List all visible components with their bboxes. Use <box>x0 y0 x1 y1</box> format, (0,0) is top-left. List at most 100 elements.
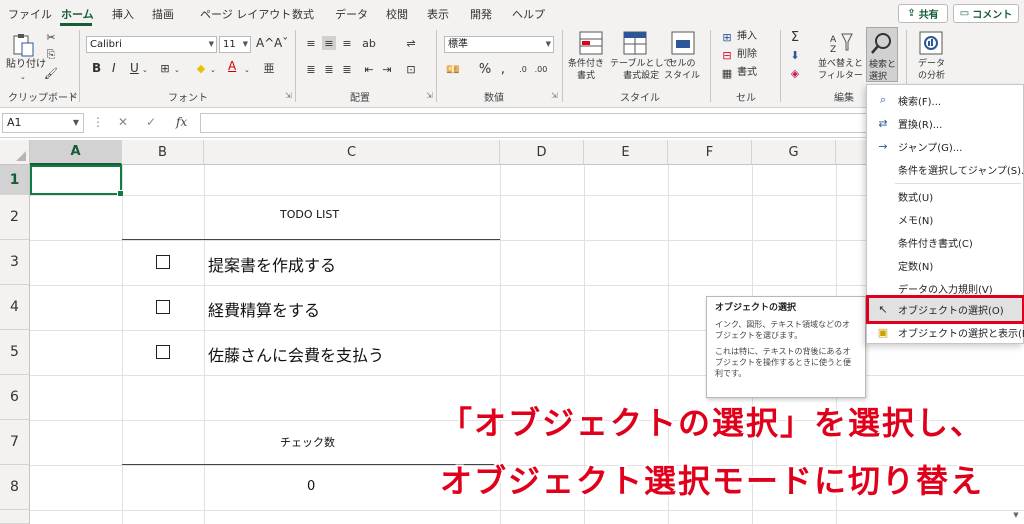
shrink-font-button[interactable]: Aˇ <box>274 37 288 49</box>
todo-checkbox-1[interactable] <box>156 255 170 269</box>
tab-review[interactable]: 校閲 <box>386 6 408 22</box>
font-color-dropdown-icon[interactable]: ⌄ <box>244 64 250 76</box>
decrease-decimal-icon[interactable]: .00 <box>534 62 548 76</box>
accounting-format-icon[interactable]: 💴 <box>446 62 460 76</box>
underline-button[interactable]: U <box>130 62 139 74</box>
tab-insert[interactable]: 挿入 <box>112 6 134 22</box>
conditional-format-button[interactable]: 条件付き 書式 <box>568 58 604 82</box>
increase-decimal-icon[interactable]: .0 <box>516 62 530 76</box>
bold-button[interactable]: B <box>92 62 101 74</box>
row-header-7[interactable]: 7 <box>0 420 30 465</box>
column-header-c[interactable]: C <box>204 140 500 165</box>
underline-dropdown-icon[interactable]: ⌄ <box>142 64 148 76</box>
menu-item-goto[interactable]: → ジャンプ(G)... <box>868 135 1023 158</box>
tab-view[interactable]: 表示 <box>427 6 449 22</box>
border-icon[interactable]: ⊞ <box>158 61 172 75</box>
column-header-b[interactable]: B <box>122 140 204 165</box>
sort-filter-icon[interactable]: A Z <box>828 30 854 56</box>
format-painter-icon[interactable]: 🖌 <box>44 66 58 80</box>
scroll-down-icon[interactable]: ▼ <box>1010 511 1022 521</box>
menu-item-constants[interactable]: 定数(N) <box>868 254 1023 277</box>
font-color-icon[interactable]: A <box>228 60 236 72</box>
cancel-icon[interactable]: ✕ <box>118 115 128 129</box>
phonetic-icon[interactable]: 亜 <box>262 61 276 75</box>
name-box[interactable]: A1 ▼ <box>2 113 84 133</box>
tab-help[interactable]: ヘルプ <box>512 6 545 22</box>
comment-button[interactable]: ▭ コメント <box>953 4 1019 23</box>
row-header-9[interactable] <box>0 510 30 524</box>
cut-icon[interactable]: ✂ <box>44 30 58 44</box>
paste-dropdown-icon[interactable]: ⌄ <box>20 71 26 83</box>
copy-icon[interactable]: ⎘ <box>44 48 58 62</box>
clipboard-launcher-icon[interactable]: ⇲ <box>69 91 76 100</box>
row-header-6[interactable]: 6 <box>0 375 30 420</box>
number-format-combo[interactable]: 標準 ▼ <box>444 36 554 53</box>
cell-styles-icon[interactable] <box>670 30 696 56</box>
menu-item-goto-special[interactable]: 条件を選択してジャンプ(S)... <box>868 158 1024 181</box>
border-dropdown-icon[interactable]: ⌄ <box>174 64 180 76</box>
number-launcher-icon[interactable]: ⇲ <box>551 91 558 100</box>
formula-input[interactable] <box>200 113 870 133</box>
align-top-icon[interactable]: ≡ <box>304 36 318 50</box>
insert-cells-icon[interactable]: ⊞ <box>720 30 734 44</box>
tab-formulas[interactable]: 数式 <box>292 6 314 22</box>
comma-style-icon[interactable]: , <box>496 62 510 77</box>
menu-item-replace[interactable]: ⇄ 置換(R)... <box>868 112 1023 135</box>
grow-font-button[interactable]: A^ <box>256 37 274 49</box>
analyze-data-button[interactable]: データ の分析 <box>918 58 945 82</box>
row-header-5[interactable]: 5 <box>0 330 30 375</box>
format-cells-button[interactable]: 書式 <box>737 67 757 79</box>
tab-draw[interactable]: 描画 <box>152 6 174 22</box>
find-select-button[interactable]: 検索と 選択 <box>866 27 898 82</box>
todo-checkbox-3[interactable] <box>156 345 170 359</box>
row-header-1[interactable]: 1 <box>0 165 30 195</box>
menu-item-formulas[interactable]: 数式(U) <box>868 185 1023 208</box>
font-name-combo[interactable]: Calibri ▼ <box>86 36 217 53</box>
analyze-data-icon[interactable] <box>918 30 944 56</box>
insert-cells-button[interactable]: 挿入 <box>737 31 757 43</box>
italic-button[interactable]: I <box>112 62 116 74</box>
alignment-launcher-icon[interactable]: ⇲ <box>426 91 433 100</box>
increase-indent-icon[interactable]: ⇥ <box>380 62 394 76</box>
autosum-icon[interactable]: Σ <box>788 30 802 45</box>
column-header-g[interactable]: G <box>752 140 836 165</box>
align-left-icon[interactable]: ≣ <box>304 62 318 76</box>
align-middle-icon[interactable]: ≡ <box>322 36 336 50</box>
select-all-button[interactable] <box>0 140 30 165</box>
menu-item-notes[interactable]: メモ(N) <box>868 208 1023 231</box>
align-right-icon[interactable]: ≣ <box>340 62 354 76</box>
row-header-3[interactable]: 3 <box>0 240 30 285</box>
orientation-icon[interactable]: ab <box>362 36 376 50</box>
align-center-icon[interactable]: ≣ <box>322 62 336 76</box>
align-bottom-icon[interactable]: ≡ <box>340 36 354 50</box>
tab-home[interactable]: ホーム <box>61 6 94 22</box>
menu-item-selection-pane[interactable]: ▣ オブジェクトの選択と表示(P)... <box>868 321 1024 344</box>
active-cell-a1[interactable] <box>30 165 124 197</box>
decrease-indent-icon[interactable]: ⇤ <box>362 62 376 76</box>
wrap-text-icon[interactable]: ⇌ <box>404 36 418 50</box>
share-button[interactable]: ⇪ 共有 <box>898 4 948 23</box>
menu-item-select-objects[interactable]: ↖ オブジェクトの選択(O) <box>866 295 1024 324</box>
menu-item-conditional-format[interactable]: 条件付き書式(C) <box>868 231 1023 254</box>
format-as-table-button[interactable]: テーブルとして 書式設定 <box>610 58 672 82</box>
row-header-4[interactable]: 4 <box>0 285 30 330</box>
tab-data[interactable]: データ <box>335 6 368 22</box>
column-header-e[interactable]: E <box>584 140 668 165</box>
conditional-format-icon[interactable] <box>578 30 604 56</box>
column-header-f[interactable]: F <box>668 140 752 165</box>
sort-filter-button[interactable]: 並べ替えと フィルター <box>818 58 863 82</box>
paste-label[interactable]: 貼り付け <box>6 59 46 71</box>
tab-page-layout[interactable]: ページ レイアウト <box>200 6 291 22</box>
delete-cells-icon[interactable]: ⊟ <box>720 48 734 62</box>
format-as-table-icon[interactable] <box>622 30 648 56</box>
delete-cells-button[interactable]: 削除 <box>737 49 757 61</box>
tab-file[interactable]: ファイル <box>8 6 52 22</box>
fill-dropdown-icon[interactable]: ⌄ <box>210 64 216 76</box>
insert-function-button[interactable]: fx <box>176 115 187 129</box>
fill-color-icon[interactable]: ◆ <box>194 61 208 75</box>
menu-item-find[interactable]: ⌕ 検索(F)... <box>868 89 1023 112</box>
fill-icon[interactable]: ⬇ <box>788 48 802 62</box>
format-cells-icon[interactable]: ▦ <box>720 66 734 80</box>
merge-center-icon[interactable]: ⊡ <box>404 62 418 76</box>
row-header-8[interactable]: 8 <box>0 465 30 510</box>
